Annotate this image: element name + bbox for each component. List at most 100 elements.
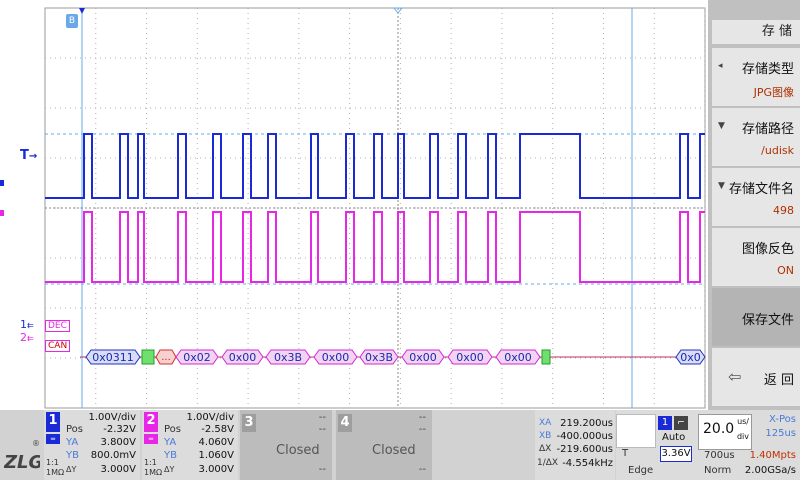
ch1-number: 1 — [46, 412, 60, 432]
triangle-down-icon: ▼ — [718, 181, 725, 191]
ch2-yb: 1.060V — [198, 450, 234, 461]
waveform-svg: 0x0311 0x02 0x00 0x3B 0x00 0x3B 0x00 0x00 0x00 0x… — [44, 7, 706, 409]
can-frame-label: 0x00 — [322, 351, 350, 364]
ch4-number: 4 — [338, 414, 352, 432]
cursor-b-tag[interactable]: B — [66, 14, 78, 28]
menu-label: 存储文件名 — [728, 182, 794, 197]
menu-storage-path[interactable]: ▼ 存储路径 /udisk — [712, 108, 800, 166]
oscilloscope-screen: 0x0311 0x02 0x00 0x3B 0x00 0x3B 0x00 0x00 0x00 0x… — [0, 0, 800, 480]
xpos-value: 125us — [765, 428, 796, 439]
cursor-inv-label: 1/ΔX — [537, 458, 559, 468]
cursor-xb: -400.000us — [556, 431, 613, 442]
ch2-yb-label: YB — [164, 450, 177, 461]
svg-text:®: ® — [32, 439, 40, 448]
ch2-marker-label: 2 — [20, 331, 27, 344]
menu-title: 存 储 — [712, 20, 800, 44]
menu-label: 存储路径 — [741, 122, 794, 137]
red-side-marker — [0, 210, 4, 216]
can-frame-label: 0x00 — [504, 351, 532, 364]
cursor-xa: 219.200us — [560, 418, 613, 429]
can-frame-label: 0x3B — [274, 351, 302, 364]
menu-save-file[interactable]: 保存文件 — [712, 288, 800, 346]
sample-rate: 2.00GSa/s — [744, 465, 796, 476]
cursor-dx-label: ΔX — [539, 444, 552, 454]
acquire-mode: Norm — [704, 465, 732, 476]
can-frame-label: 0x00 — [456, 351, 484, 364]
trigger-label: T — [20, 148, 29, 163]
ch2-pos-label: Pos — [164, 424, 182, 435]
edge-icon: ⌐ — [674, 416, 688, 430]
arrow-right-icon: → — [28, 151, 38, 162]
can-frame-label: 0x0311 — [92, 351, 134, 364]
can-dots-label: ... — [161, 352, 171, 363]
ch2-ground-marker[interactable]: 2⇇ — [20, 331, 34, 344]
can-decode-bus: 0x0311 0x02 0x00 0x3B 0x00 0x3B 0x00 0x00 0x00 0x… — [80, 349, 706, 365]
ch1-pos-label: Pos — [66, 424, 84, 435]
menu-value: JPG图像 — [753, 86, 794, 99]
menu-label: 存储类型 — [741, 62, 794, 77]
ch4-panel[interactable]: 4 -- -- Closed -- — [336, 410, 432, 480]
dec-label: DEC — [45, 320, 70, 332]
ch2-ya: 4.060V — [198, 437, 234, 448]
ch1-waveform — [45, 133, 705, 199]
trigger-level: 3.36V — [660, 446, 692, 462]
menu-label: 保存文件 — [741, 313, 794, 328]
ch1-panel[interactable]: 1 1.00V/div Pos -2.32V ═ YA 3.800V YB 80… — [44, 410, 140, 480]
triangle-down-icon: ▼ — [718, 121, 725, 131]
menu-storage-filename[interactable]: ▼ 存储文件名 498 — [712, 168, 800, 226]
can-frame-label: 0x3B — [365, 351, 393, 364]
cursor-inv: -4.554kHz — [562, 458, 613, 469]
can-frame-label: 0x00 — [229, 351, 257, 364]
ch3-dashes: -- — [318, 464, 326, 475]
timebase-box[interactable]: 20.0 us/ div — [698, 414, 752, 450]
ch3-panel[interactable]: 3 -- -- Closed -- — [240, 410, 332, 480]
record-length: 700us — [704, 450, 735, 461]
ch4-dashes: -- — [418, 424, 426, 435]
waveform-display[interactable]: 0x0311 0x02 0x00 0x3B 0x00 0x3B 0x00 0x00 0x00 0x… — [0, 0, 708, 410]
timebase-unit-top: us/ — [737, 417, 749, 426]
ch1-ya: 3.800V — [100, 437, 136, 448]
ch2-ya-label: YA — [164, 437, 177, 448]
ch4-closed: Closed — [372, 443, 416, 458]
cursor-xa-label: XA — [539, 418, 552, 428]
cursor-dx: -219.600us — [556, 444, 613, 455]
cursor-readout[interactable]: XA 219.200us XB -400.000us ΔX -219.600us… — [535, 410, 615, 480]
status-bar: ZLG ® 1 1.00V/div Pos -2.32V ═ YA 3.800V… — [0, 410, 800, 480]
ch4-dashes: -- — [418, 464, 426, 475]
ch1-coupling-icon: ═ — [46, 434, 60, 444]
ch1-impedance: 1MΩ — [46, 468, 65, 477]
ch2-impedance: 1MΩ — [144, 468, 163, 477]
trigger-source-box — [616, 414, 656, 448]
timebase-value: 20.0 — [703, 421, 735, 437]
ch3-number: 3 — [242, 414, 256, 432]
ch1-ground-marker[interactable]: 1⇇ — [20, 318, 34, 331]
can-ack-field — [141, 349, 155, 365]
trigger-panel[interactable]: 1 ⌐ Auto T 3.36V Edge 20.0 us/ div 700us… — [616, 410, 800, 480]
ch1-coupling: 1:1 — [46, 458, 59, 467]
ch1-yb: 800.0mV — [90, 450, 136, 461]
ch3-dashes: -- — [318, 412, 326, 423]
menu-return[interactable]: ⇦ 返 回 — [712, 348, 800, 406]
ch2-panel[interactable]: 2 1.00V/div Pos -2.58V ═ YA 4.060V YB 1.… — [142, 410, 238, 480]
storage-menu: 存 储 ◂ 存储类型 JPG图像 ▼ 存储路径 /udisk ▼ 存储文件名 4… — [708, 0, 800, 410]
ground-icon: ⇇ — [27, 321, 34, 330]
delta-y-icon: ΔY — [164, 465, 175, 474]
ch1-ya-label: YA — [66, 437, 79, 448]
menu-invert-image[interactable]: 图像反色 ON — [712, 228, 800, 286]
can-frame-label: 0x0 — [680, 351, 701, 364]
ch2-dy: 3.000V — [198, 464, 234, 475]
ch4-dashes: -- — [418, 412, 426, 423]
menu-storage-type[interactable]: ◂ 存储类型 JPG图像 — [712, 48, 800, 106]
trigger-position-marker — [79, 8, 85, 14]
ground-icon: ⇇ — [27, 334, 34, 343]
menu-value: 498 — [773, 204, 794, 217]
can-ack-field — [541, 349, 551, 365]
blue-side-marker — [0, 180, 4, 186]
trigger-level-marker[interactable]: T→ — [20, 148, 37, 163]
ch2-coupling: 1:1 — [144, 458, 157, 467]
can-frame-label: 0x02 — [183, 351, 211, 364]
ch2-waveform — [45, 211, 705, 283]
ch2-coupling-icon: ═ — [144, 434, 158, 444]
ch1-yb-label: YB — [66, 450, 79, 461]
triangle-left-icon: ◂ — [718, 61, 723, 71]
